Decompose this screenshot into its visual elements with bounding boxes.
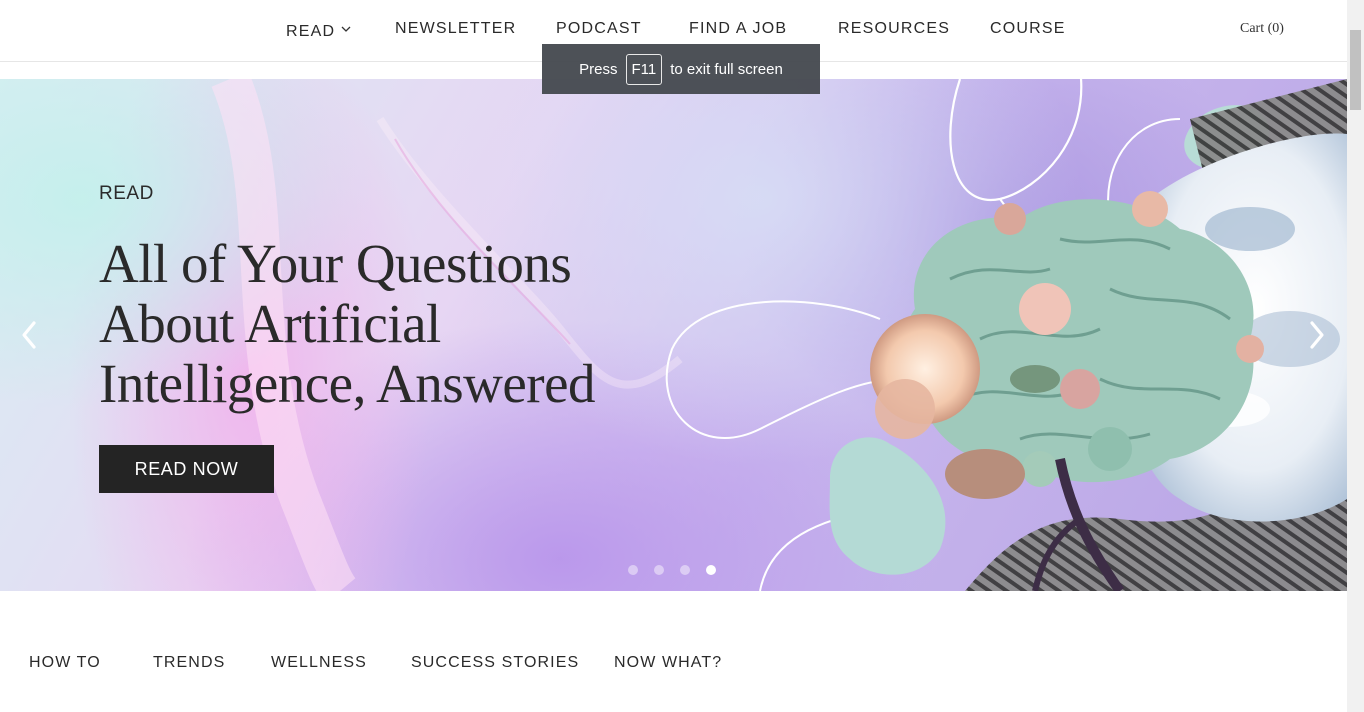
nav-item-newsletter[interactable]: NEWSLETTER xyxy=(395,20,516,38)
hero-title-line: All of Your Questions xyxy=(99,233,572,294)
cart-link[interactable]: Cart (0) xyxy=(1240,21,1284,37)
nav-item-find-a-job[interactable]: FIND A JOB xyxy=(689,20,787,38)
chevron-right-icon xyxy=(1310,321,1324,349)
scrollbar-thumb[interactable] xyxy=(1350,30,1361,110)
f11-key: F11 xyxy=(625,53,663,85)
carousel-dots xyxy=(628,565,716,575)
read-now-button[interactable]: READ NOW xyxy=(99,445,274,493)
carousel-dot-active[interactable] xyxy=(706,565,716,575)
carousel-prev-button[interactable] xyxy=(12,317,48,353)
carousel-dot[interactable] xyxy=(628,565,638,575)
hero-title-line: Intelligence, Answered xyxy=(99,353,596,414)
hero-title[interactable]: All of Your Questions About Artificial I… xyxy=(99,234,659,414)
nav-item-resources[interactable]: RESOURCES xyxy=(838,20,950,38)
category-success-stories[interactable]: SUCCESS STORIES xyxy=(411,654,579,672)
fullscreen-exit-notice: Press F11 to exit full screen xyxy=(542,44,820,94)
nav-item-read[interactable]: READ xyxy=(286,20,351,41)
category-trends[interactable]: TRENDS xyxy=(153,654,225,672)
chevron-left-icon xyxy=(22,321,36,349)
category-now-what[interactable]: NOW WHAT? xyxy=(614,654,722,672)
category-how-to[interactable]: HOW TO xyxy=(29,654,101,672)
toast-suffix: to exit full screen xyxy=(670,60,783,78)
carousel-dot[interactable] xyxy=(654,565,664,575)
nav-item-course[interactable]: COURSE xyxy=(990,20,1066,38)
category-wellness[interactable]: WELLNESS xyxy=(271,654,367,672)
nav-item-podcast[interactable]: PODCAST xyxy=(556,20,642,38)
carousel-next-button[interactable] xyxy=(1298,317,1334,353)
hero-eyebrow: READ xyxy=(99,183,154,204)
carousel-dot[interactable] xyxy=(680,565,690,575)
nav-item-label: READ xyxy=(286,23,336,40)
hero-title-line: About Artificial xyxy=(99,293,441,354)
toast-prefix: Press xyxy=(579,60,618,78)
hero-carousel: READ All of Your Questions About Artific… xyxy=(0,79,1347,591)
page-scrollbar[interactable] xyxy=(1347,0,1364,712)
chevron-down-icon xyxy=(341,20,351,38)
